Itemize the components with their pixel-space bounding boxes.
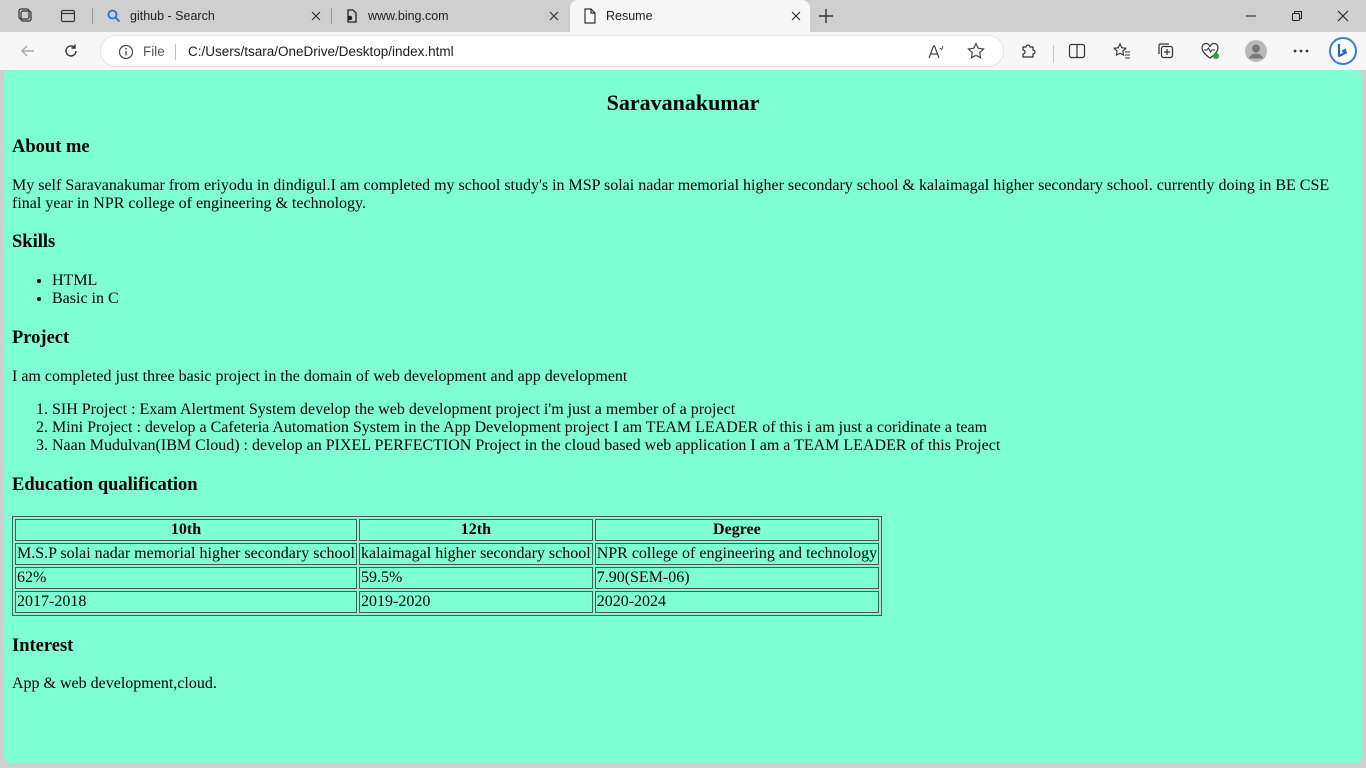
table-header: 10th <box>15 519 357 541</box>
back-button[interactable] <box>13 37 43 65</box>
puzzle-icon <box>1022 44 1036 58</box>
project-list: SIH Project : Exam Alertment System deve… <box>12 401 1000 455</box>
close-icon <box>1337 10 1349 22</box>
tab-title: github - Search <box>130 9 215 23</box>
profile-button[interactable] <box>1241 37 1271 65</box>
bing-copilot-icon <box>1329 37 1357 65</box>
table-header-row: 10th 12th Degree <box>15 519 880 541</box>
tab-strip: github - Search www.bing.com Resume <box>0 0 1366 32</box>
favorites-button[interactable] <box>1107 37 1137 65</box>
project-heading: Project <box>12 328 70 348</box>
toolbar-separator <box>1053 45 1054 63</box>
vertical-tabs-icon <box>60 9 76 23</box>
list-item: HTML <box>52 272 119 290</box>
tab-title: www.bing.com <box>368 9 449 23</box>
table-cell: 2019-2020 <box>359 591 593 613</box>
skills-list: HTML Basic in C <box>12 272 119 308</box>
minimize-button[interactable] <box>1228 0 1274 32</box>
scheme-label: File <box>143 44 165 59</box>
tab-actions-button[interactable] <box>54 4 82 28</box>
workspaces-button[interactable] <box>12 4 40 28</box>
restore-button[interactable] <box>1274 0 1320 32</box>
collections-button[interactable] <box>1151 37 1181 65</box>
address-bar[interactable]: File C:/Users/tsara/OneDrive/Desktop/ind… <box>100 35 1004 67</box>
education-table: 10th 12th Degree M.S.P solai nadar memor… <box>12 516 883 616</box>
read-aloud-icon[interactable] <box>927 42 947 62</box>
table-header: Degree <box>594 519 880 541</box>
table-row: M.S.P solai nadar memorial higher second… <box>15 543 880 565</box>
table-cell: NPR college of engineering and technolog… <box>594 543 880 565</box>
about-text: My self Saravanakumar from eriyodu in di… <box>12 177 1330 212</box>
heart-pulse-icon <box>1201 42 1219 59</box>
education-heading: Education qualification <box>12 475 198 495</box>
refresh-button[interactable] <box>56 37 86 65</box>
tab-title: Resume <box>606 9 653 23</box>
address-divider <box>175 44 176 60</box>
copilot-button[interactable] <box>1327 35 1359 67</box>
page-title: Saravanakumar <box>606 90 760 115</box>
table-row: 2017-2018 2019-2020 2020-2024 <box>15 591 880 613</box>
refresh-icon <box>65 44 77 57</box>
extensions-button[interactable] <box>1014 37 1044 65</box>
list-item: SIH Project : Exam Alertment System deve… <box>52 401 1000 419</box>
table-cell: 2017-2018 <box>15 591 357 613</box>
table-cell: M.S.P solai nadar memorial higher second… <box>15 543 357 565</box>
back-arrow-icon <box>21 45 34 57</box>
workspaces-icon <box>18 8 32 22</box>
table-cell: kalaimagal higher secondary school <box>359 543 593 565</box>
new-tab-button[interactable] <box>812 4 840 28</box>
search-icon <box>106 8 122 24</box>
table-row: 62% 59.5% 7.90(SEM-06) <box>15 567 880 589</box>
close-window-button[interactable] <box>1320 0 1366 32</box>
collections-icon <box>1158 43 1174 59</box>
more-dots-icon <box>1293 49 1309 53</box>
close-tab-icon[interactable] <box>308 8 324 24</box>
table-cell: 7.90(SEM-06) <box>594 567 880 589</box>
info-icon[interactable] <box>117 43 135 61</box>
tab-github-search[interactable]: github - Search <box>94 0 330 32</box>
project-intro: I am completed just three basic project … <box>12 368 628 385</box>
about-heading: About me <box>12 137 90 157</box>
minimize-icon <box>1246 15 1256 17</box>
browser-essentials-button[interactable] <box>1195 37 1225 65</box>
browser-toolbar: File C:/Users/tsara/OneDrive/Desktop/ind… <box>0 32 1366 70</box>
skills-heading: Skills <box>12 232 56 252</box>
split-screen-button[interactable] <box>1062 37 1092 65</box>
page-viewport: Saravanakumar About me My self Saravanak… <box>4 70 1362 763</box>
close-tab-icon[interactable] <box>546 8 562 24</box>
tab-bing[interactable]: www.bing.com <box>332 0 568 32</box>
list-item: Naan Mudulvan(IBM Cloud) : develop an PI… <box>52 437 1000 455</box>
url-text[interactable]: C:/Users/tsara/OneDrive/Desktop/index.ht… <box>188 44 454 59</box>
settings-more-button[interactable] <box>1286 37 1316 65</box>
table-cell: 59.5% <box>359 567 593 589</box>
list-item: Mini Project : develop a Cafeteria Autom… <box>52 419 1000 437</box>
table-header: 12th <box>359 519 593 541</box>
plus-icon <box>819 9 833 23</box>
document-icon <box>582 8 598 24</box>
table-cell: 62% <box>15 567 357 589</box>
interest-text: App & web development,cloud. <box>12 675 217 692</box>
favorites-icon <box>1113 42 1130 59</box>
favorite-star-icon[interactable] <box>966 41 986 61</box>
split-screen-icon <box>1068 43 1086 59</box>
interest-heading: Interest <box>12 636 74 656</box>
avatar-icon <box>1245 40 1267 62</box>
table-cell: 2020-2024 <box>594 591 880 613</box>
close-tab-icon[interactable] <box>788 8 804 24</box>
list-item: Basic in C <box>52 290 119 308</box>
tab-resume[interactable]: Resume <box>570 0 810 32</box>
bing-page-icon <box>344 8 360 24</box>
restore-icon <box>1292 11 1302 21</box>
tab-separator <box>92 8 93 24</box>
